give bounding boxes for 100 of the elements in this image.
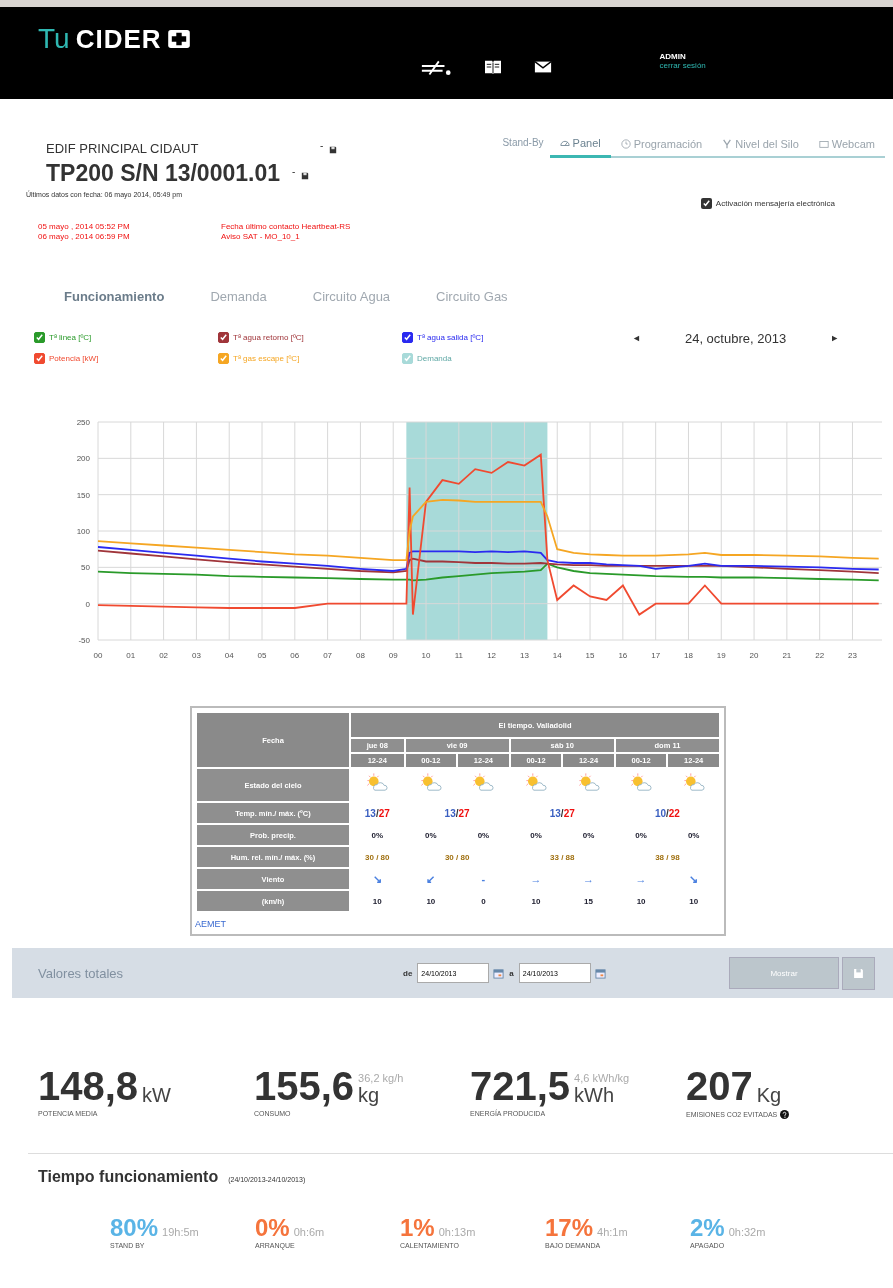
alert-message: Aviso SAT - MO_10_1 (221, 232, 300, 242)
temperature-separator: / (455, 807, 459, 819)
max-temperature: 27 (378, 807, 390, 819)
y-axis-label: 200 (76, 454, 90, 464)
stat-value: 721,5 (470, 1066, 571, 1106)
humidity-range: 38 / 98 (654, 851, 681, 864)
dash-mark: - (292, 166, 296, 177)
x-axis-label: 16 (618, 651, 628, 660)
mode-label: Stand-By (502, 136, 544, 148)
checkbox[interactable] (700, 198, 712, 209)
state-percent: 17% (545, 1214, 594, 1241)
state-duration: 0h:6m (293, 1226, 325, 1238)
site-name: EDIF PRINCIPAL CIDAUT (45, 140, 200, 156)
temperature-separator: / (560, 807, 564, 819)
help-icon[interactable] (780, 1110, 790, 1119)
x-axis-label: 01 (126, 651, 136, 660)
save-icon[interactable] (301, 171, 310, 180)
wind-direction: → (634, 872, 648, 887)
min-temperature: 13 (549, 807, 561, 819)
wind-direction: - (480, 872, 487, 887)
previous-day-button[interactable]: ◄ (632, 333, 641, 343)
device-model: TP200 S/N 13/0001.01 (45, 159, 281, 187)
calendar-icon[interactable] (493, 967, 505, 979)
series-checkbox[interactable] (34, 353, 45, 364)
stat-rate: 36,2 kg/h (358, 1072, 404, 1084)
x-axis-label: 07 (323, 651, 333, 660)
view-tab[interactable]: Webcam (808, 135, 885, 156)
plug-icon[interactable] (419, 58, 452, 76)
series-checkbox[interactable] (34, 332, 45, 343)
y-axis-label: -50 (78, 636, 90, 645)
y-axis-label: 0 (85, 599, 90, 609)
alert-message: Fecha último contacto Heartbeat-RS (221, 222, 351, 232)
wind-direction: ↙ (425, 871, 437, 887)
save-icon[interactable] (329, 145, 338, 154)
totals-title: Valores totales (38, 965, 125, 981)
wind-direction: → (529, 872, 543, 887)
x-axis-label: 06 (290, 651, 300, 660)
temperature-separator: / (666, 807, 669, 819)
wind-direction: ↘ (371, 871, 383, 887)
x-axis-label: 15 (585, 651, 595, 660)
table-cell-text: 0 (480, 895, 487, 908)
table-cell-text: 10 (688, 895, 700, 908)
mail-icon[interactable] (533, 59, 552, 75)
series-checkbox[interactable] (218, 353, 229, 364)
stat-unit: Kg (756, 1084, 782, 1106)
table-cell-text: 0% (634, 829, 648, 842)
min-temperature: 13 (444, 807, 456, 819)
calendar-icon[interactable] (594, 967, 606, 979)
state-percent: 0% (255, 1214, 290, 1241)
table-cell-text: 10 (530, 895, 542, 908)
section-tab[interactable]: Funcionamiento (52, 283, 177, 310)
sun-cloud-icon (629, 772, 654, 794)
x-axis-label: 10 (421, 651, 431, 660)
x-axis-label: 14 (552, 651, 562, 660)
x-axis-label: 00 (93, 651, 103, 660)
x-axis-label: 19 (716, 651, 726, 660)
stat-unit: kW (142, 1084, 171, 1106)
series-label: Tª linea [ºC] (49, 333, 92, 342)
x-axis-label: 18 (684, 651, 693, 660)
humidity-range: 33 / 88 (549, 851, 576, 864)
table-cell-text: 10 (635, 895, 647, 908)
section-tab[interactable]: Circuito Agua (300, 283, 403, 310)
table-cell-text: 0% (581, 829, 596, 842)
book-icon[interactable] (483, 59, 502, 75)
state-duration: 4h:1m (597, 1226, 628, 1238)
stat-value: 148,8 (38, 1066, 139, 1106)
section-tab[interactable]: Demanda (198, 283, 279, 310)
state-percent: 1% (400, 1214, 435, 1241)
alert-date: 05 mayo , 2014 05:52 PM (38, 222, 131, 232)
view-tab[interactable]: Programación (610, 135, 713, 156)
logout-link[interactable]: cerrar sesión (659, 61, 706, 70)
dash-mark: - (320, 140, 324, 151)
save-icon (853, 967, 864, 979)
x-axis-label: 23 (848, 651, 857, 660)
section-tab[interactable]: Circuito Gas (424, 283, 520, 310)
frame-icon (818, 138, 829, 149)
state-duration: 0h:13m (438, 1226, 476, 1238)
view-tab[interactable]: Panel (549, 135, 611, 158)
x-axis-label: 04 (224, 651, 234, 660)
wind-direction: → (582, 872, 596, 887)
state-percent: 2% (690, 1214, 725, 1241)
stat-value: 155,6 (254, 1066, 355, 1106)
wind-direction: ↘ (688, 871, 700, 887)
logo-text: CIDER (75, 23, 162, 55)
chart-date: 24, octubre, 2013 (684, 330, 787, 346)
view-tab[interactable]: Nivel del Silo (712, 135, 809, 156)
max-temperature: 27 (563, 807, 575, 819)
temperature-separator: / (375, 807, 379, 819)
sun-cloud-icon (471, 772, 496, 794)
series-checkbox[interactable] (218, 332, 229, 343)
state-percent: 80% (110, 1214, 159, 1241)
next-day-button[interactable]: ► (830, 333, 840, 343)
source-link[interactable]: AEMET (195, 919, 226, 929)
user-name: ADMIN (659, 52, 687, 61)
y-axis-label: 150 (76, 490, 90, 500)
alert-date: 06 mayo , 2014 06:59 PM (38, 232, 131, 242)
series-label: Potencia [kW] (49, 354, 99, 363)
y-axis-label: 250 (76, 418, 90, 427)
x-axis-label: 09 (388, 651, 398, 660)
series-checkbox[interactable] (402, 332, 413, 343)
